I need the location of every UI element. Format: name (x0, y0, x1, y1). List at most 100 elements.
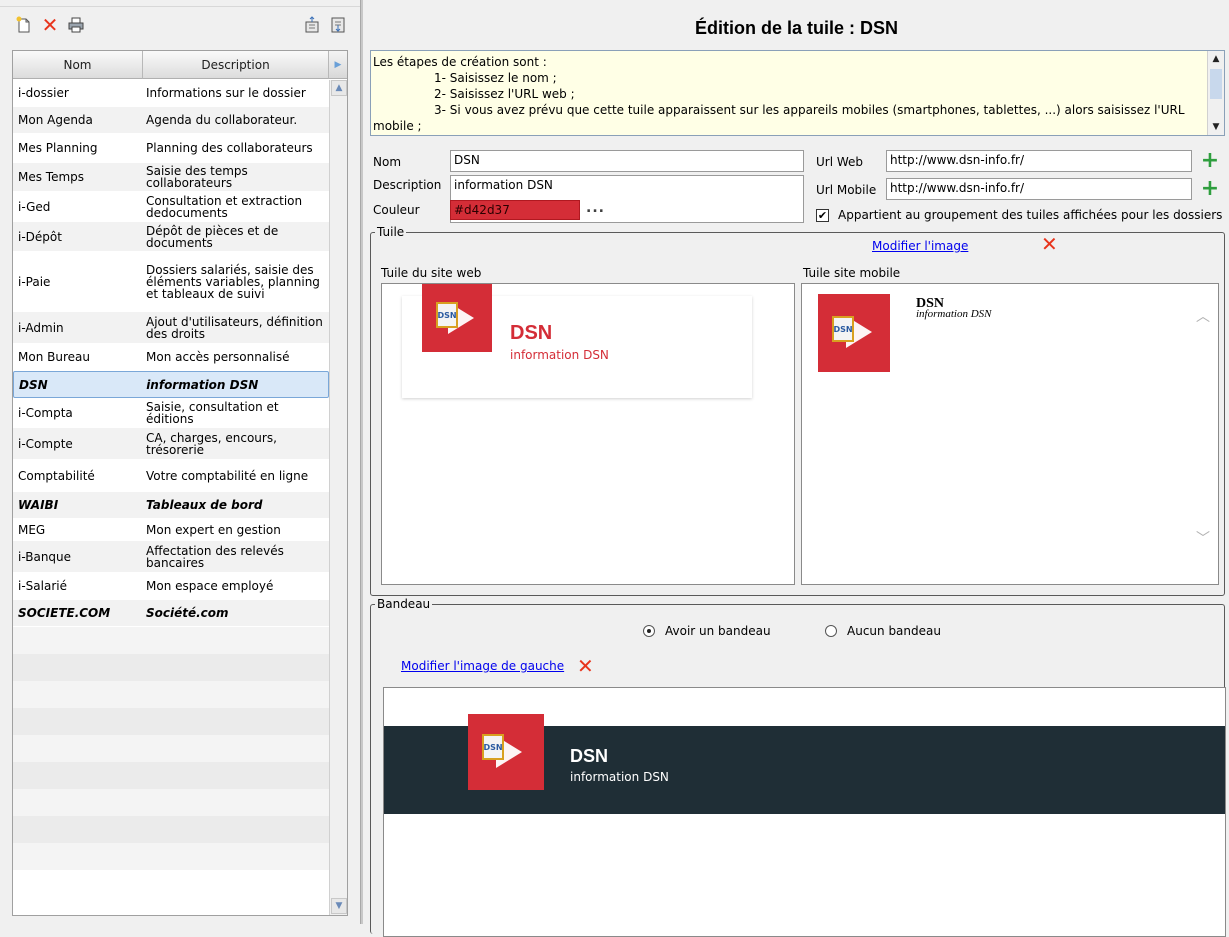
table-body: i-dossier Informations sur le dossier Mon … (13, 80, 329, 870)
print-icon[interactable] (66, 15, 86, 35)
table-row[interactable]: i-Ged Consultation et extraction dedocume… (13, 192, 329, 222)
import-icon[interactable] (302, 15, 322, 35)
table-row[interactable]: i-Banque Affectation des relevés bancaire… (13, 541, 329, 573)
color-picker-button[interactable]: ... (586, 200, 605, 216)
cell-nom: i-Compta (18, 405, 73, 420)
cell-description: Dossiers salariés, saisie des éléments v… (146, 262, 320, 301)
new-document-icon[interactable] (14, 15, 34, 35)
table-row[interactable]: SOCIETE.COM Société.com (13, 600, 329, 627)
cell-description: Mon accès personnalisé (146, 350, 290, 364)
cell-nom: i-Paie (18, 274, 51, 289)
banner-description: information DSN (570, 770, 669, 784)
delete-image-icon[interactable]: ✕ (1041, 234, 1058, 254)
table-row[interactable]: i-Compte CA, charges, encours, trésorerie (13, 428, 329, 460)
scroll-down-button[interactable]: ▼ (1208, 119, 1224, 135)
tile-table: Nom Description ▶ i-dossier Informations … (12, 50, 348, 916)
cell-nom: i-Ged (18, 199, 51, 214)
cell-description: Ajout d'utilisateurs, définition des dro… (146, 314, 323, 341)
column-menu-button[interactable]: ▶ (329, 51, 347, 79)
table-row[interactable]: Mon Agenda Agenda du collaborateur. (13, 107, 329, 134)
cell-nom: SOCIETE.COM (18, 606, 111, 620)
banner-title: DSN (570, 746, 609, 766)
table-row[interactable]: Comptabilité Votre comptabilité en ligne (13, 460, 329, 492)
column-header-nom[interactable]: Nom (13, 51, 143, 79)
delete-left-image-icon[interactable]: ✕ (577, 656, 594, 676)
radio-avoir-bandeau[interactable] (643, 625, 655, 637)
groupement-checkbox[interactable]: ✔ (816, 209, 829, 222)
cell-description: Planning des collaborateurs (146, 141, 313, 155)
bandeau-group-title: Bandeau (375, 597, 433, 611)
banner-preview: DSN DSN information DSN (383, 687, 1226, 937)
export-icon[interactable] (328, 15, 348, 35)
url-mobile-label: Url Mobile (816, 183, 877, 197)
empty-row (13, 654, 329, 681)
chevron-down-icon[interactable]: ﹀ (1196, 528, 1210, 548)
table-row[interactable]: MEG Mon expert en gestion (13, 519, 329, 541)
color-field[interactable]: #d42d37 (450, 200, 580, 220)
web-tile: DSN DSN information DSN (402, 284, 752, 398)
add-url-web-icon[interactable]: + (1201, 150, 1219, 172)
pane-splitter[interactable] (360, 0, 363, 924)
table-row[interactable]: i-Compta Saisie, consultation et éditions (13, 398, 329, 428)
table-row[interactable]: Mon Bureau Mon accès personnalisé (13, 344, 329, 371)
table-scrollbar[interactable]: ▲ ▼ (329, 80, 347, 915)
cell-description: Votre comptabilité en ligne (146, 468, 309, 483)
cell-description: Tableaux de bord (146, 498, 263, 512)
cell-nom: Mon Agenda (18, 113, 93, 127)
bandeau-group: Bandeau Avoir un bandeau Aucun bandeau M… (370, 597, 1226, 937)
cell-nom: i-Banque (18, 549, 72, 564)
table-row[interactable]: i-Dépôt Dépôt de pièces et de documents (13, 222, 329, 252)
cell-description: Mon espace employé (146, 579, 274, 593)
empty-row (13, 708, 329, 735)
add-url-mobile-icon[interactable]: + (1201, 178, 1219, 200)
cell-description: Dépôt de pièces et de documents (146, 223, 279, 250)
delete-icon[interactable]: ✕ (40, 13, 60, 37)
cell-nom: i-dossier (18, 86, 69, 100)
mobile-tile-preview: DSN DSN information DSN ︿ ﹀ (801, 283, 1219, 585)
modify-image-link[interactable]: Modifier l'image (872, 239, 968, 253)
column-header-description[interactable]: Description (143, 51, 329, 79)
table-row[interactable]: i-Admin Ajout d'utilisateurs, définition … (13, 312, 329, 344)
empty-row (13, 681, 329, 708)
nom-field[interactable]: DSN (450, 150, 804, 172)
tile-list-pane: ✕ Nom Description ▶ i-dossier Information… (0, 0, 360, 924)
instructions-scrollbar[interactable]: ▲ ▼ (1207, 51, 1224, 135)
url-mobile-field[interactable]: http://www.dsn-info.fr/ (886, 178, 1192, 200)
scroll-up-button[interactable]: ▲ (1208, 51, 1224, 67)
scroll-thumb[interactable] (1210, 69, 1222, 99)
dsn-logo-icon: DSN (468, 714, 544, 790)
scroll-up-button[interactable]: ▲ (331, 80, 347, 96)
cell-nom: i-Dépôt (18, 229, 62, 244)
table-row[interactable]: Mes Temps Saisie des temps collaborateurs (13, 163, 329, 192)
table-row[interactable]: i-Salarié Mon espace employé (13, 573, 329, 600)
cell-description: Société.com (146, 606, 229, 620)
table-row[interactable]: Mes Planning Planning des collaborateurs (13, 134, 329, 163)
radio-aucun-bandeau-label: Aucun bandeau (847, 624, 941, 638)
dsn-logo-icon: DSN (422, 284, 492, 352)
table-row[interactable]: i-dossier Informations sur le dossier (13, 80, 329, 107)
table-row[interactable]: DSN information DSN (13, 371, 329, 398)
chevron-up-icon[interactable]: ︿ (1196, 306, 1210, 326)
scroll-down-button[interactable]: ▼ (331, 898, 347, 914)
nom-label: Nom (373, 155, 402, 169)
cell-description: Consultation et extraction dedocuments (146, 193, 303, 220)
empty-row (13, 762, 329, 789)
instructions-box: Les étapes de création sont : 1- Saisiss… (370, 50, 1225, 136)
dsn-logo-icon: DSN (818, 294, 890, 372)
table-row[interactable]: i-Paie Dossiers salariés, saisie des élém… (13, 252, 329, 312)
radio-aucun-bandeau[interactable] (825, 625, 837, 637)
description-label: Description (373, 178, 442, 192)
cell-description: Informations sur le dossier (146, 86, 306, 100)
table-row[interactable]: WAIBI Tableaux de bord (13, 492, 329, 519)
empty-row (13, 735, 329, 762)
instructions-text: Les étapes de création sont : 1- Saisiss… (373, 55, 1185, 133)
cell-description: CA, charges, encours, trésorerie (146, 430, 277, 457)
web-tile-description: information DSN (510, 348, 609, 362)
cell-nom: WAIBI (18, 498, 59, 512)
cell-nom: Mes Planning (18, 141, 98, 155)
page-title: Édition de la tuile : DSN (694, 18, 898, 38)
modify-left-image-link[interactable]: Modifier l'image de gauche (401, 659, 564, 673)
empty-row (13, 627, 329, 654)
list-toolbar: ✕ (0, 6, 360, 42)
url-web-field[interactable]: http://www.dsn-info.fr/ (886, 150, 1192, 172)
